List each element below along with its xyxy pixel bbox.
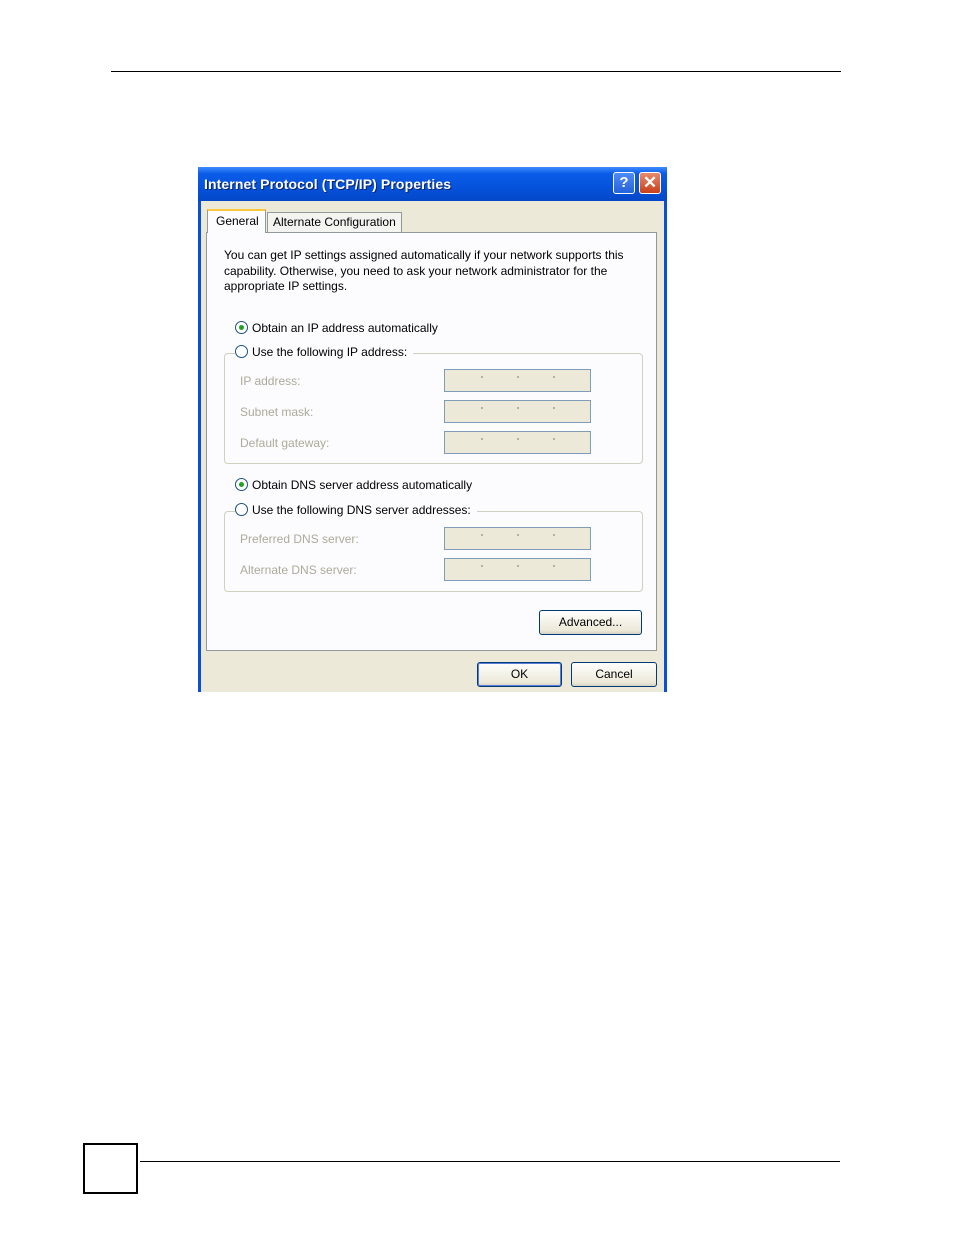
- use-following-dns-radio[interactable]: Use the following DNS server addresses:: [235, 503, 477, 517]
- intro-text: You can get IP settings assigned automat…: [224, 248, 624, 293]
- use-following-ip-label: Use the following IP address:: [252, 345, 408, 359]
- dialog-title: Internet Protocol (TCP/IP) Properties: [204, 176, 452, 192]
- preferred-dns-label: Preferred DNS server:: [240, 532, 359, 546]
- tab-alternate-configuration[interactable]: Alternate Configuration: [267, 212, 402, 233]
- default-gateway-label: Default gateway:: [240, 436, 330, 450]
- subnet-mask-label: Subnet mask:: [240, 405, 314, 419]
- header-rule: [111, 71, 841, 72]
- obtain-ip-auto-radio[interactable]: Obtain an IP address automatically: [235, 321, 438, 335]
- tab-general[interactable]: General: [207, 209, 266, 233]
- radio-button-checked-icon[interactable]: [235, 478, 248, 491]
- obtain-dns-auto-label: Obtain DNS server address automatically: [252, 478, 473, 492]
- use-following-dns-label: Use the following DNS server addresses:: [252, 503, 471, 517]
- ip-address-label: IP address:: [240, 374, 301, 388]
- radio-button-icon[interactable]: [235, 345, 248, 358]
- default-gateway-field[interactable]: [444, 431, 591, 454]
- footer-rule: [140, 1161, 840, 1162]
- preferred-dns-field[interactable]: [444, 527, 591, 550]
- cancel-button[interactable]: Cancel: [571, 662, 657, 687]
- alternate-dns-label: Alternate DNS server:: [240, 563, 357, 577]
- subnet-mask-field[interactable]: [444, 400, 591, 423]
- radio-button-icon[interactable]: [235, 503, 248, 516]
- ip-address-field[interactable]: [444, 369, 591, 392]
- page-number-box: [83, 1143, 138, 1194]
- title-bar[interactable]: Internet Protocol (TCP/IP) Properties ? …: [198, 167, 667, 201]
- general-tab-panel: You can get IP settings assigned automat…: [206, 232, 657, 651]
- alternate-dns-field[interactable]: [444, 558, 591, 581]
- close-button[interactable]: ✕: [639, 172, 661, 194]
- help-button[interactable]: ?: [613, 172, 635, 194]
- obtain-dns-auto-radio[interactable]: Obtain DNS server address automatically: [235, 478, 472, 492]
- advanced-button[interactable]: Advanced...: [539, 610, 642, 635]
- ok-button[interactable]: OK: [477, 662, 562, 687]
- obtain-ip-auto-label: Obtain an IP address automatically: [252, 321, 438, 335]
- use-following-ip-radio[interactable]: Use the following IP address:: [235, 345, 414, 359]
- tcpip-properties-dialog: Internet Protocol (TCP/IP) Properties ? …: [198, 167, 667, 692]
- radio-button-checked-icon[interactable]: [235, 321, 248, 334]
- dialog-client-area: General Alternate Configuration You can …: [201, 201, 664, 692]
